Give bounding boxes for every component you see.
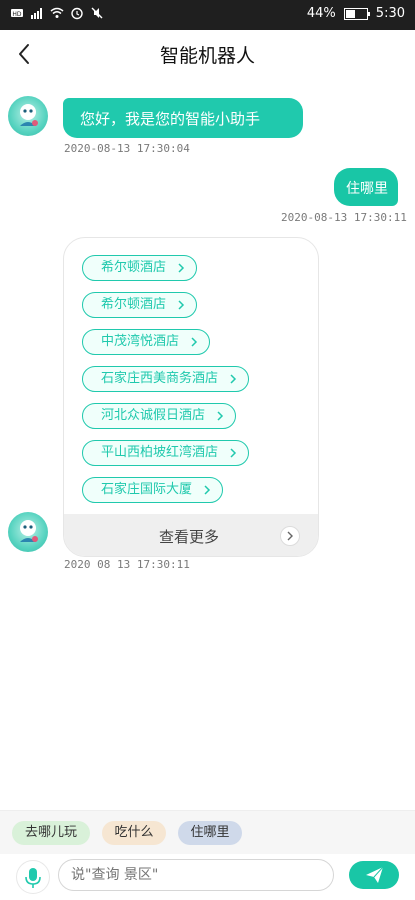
chevron-right-icon <box>230 374 237 384</box>
chevron-right-icon <box>204 485 211 495</box>
hotel-chip-label: 希尔顿酒店 <box>101 297 167 312</box>
chevron-right-icon <box>191 337 198 347</box>
chevron-right-icon <box>287 531 293 541</box>
input-bar <box>0 854 415 900</box>
greeting-bubble: 您好，我是您的智能小助手 <box>63 98 303 138</box>
user-message-timestamp: 2020-08-13 17:30:11 <box>281 211 407 224</box>
user-message-text: 住哪里 <box>346 181 388 197</box>
quick-reply-bar: 去哪儿玩 吃什么 住哪里 <box>0 810 415 855</box>
svg-text:HD: HD <box>12 11 22 18</box>
hotel-chip[interactable]: 中茂湾悦酒店 <box>82 329 211 355</box>
status-bar: HD 44% 5:30 <box>0 0 415 30</box>
hotel-chip[interactable]: 希尔顿酒店 <box>82 255 198 281</box>
bot-avatar <box>8 512 48 552</box>
battery-icon <box>343 7 370 20</box>
hotel-chip[interactable]: 石家庄西美商务酒店 <box>82 366 250 392</box>
bot-avatar <box>8 96 48 136</box>
message-input[interactable] <box>58 859 334 891</box>
results-timestamp: 2020 08 13 17:30:11 <box>64 558 190 571</box>
quick-reply-eat[interactable]: 吃什么 <box>102 821 166 845</box>
send-button[interactable] <box>349 861 399 889</box>
quick-reply-stay[interactable]: 住哪里 <box>178 821 242 845</box>
title-bar: 智能机器人 <box>0 30 415 78</box>
wifi-icon <box>50 7 64 18</box>
voice-button[interactable] <box>16 860 50 894</box>
hotel-chip[interactable]: 石家庄国际大厦 <box>82 477 224 503</box>
view-more-label: 查看更多 <box>159 528 220 546</box>
hotel-chip-label: 希尔顿酒店 <box>101 260 167 275</box>
clock: 5:30 <box>375 6 405 21</box>
hotel-chip[interactable]: 平山西柏坡红湾酒店 <box>82 440 250 466</box>
hotel-results-card: 希尔顿酒店 希尔顿酒店 中茂湾悦酒店 石家庄西美商务酒店 河北众诚假日酒店 平山… <box>63 237 319 557</box>
signal-icon <box>31 8 42 19</box>
chevron-right-icon <box>230 448 237 458</box>
greeting-timestamp: 2020-08-13 17:30:04 <box>64 142 190 155</box>
hd-icon: HD <box>11 9 23 18</box>
user-message-bubble: 住哪里 <box>334 168 398 206</box>
chevron-right-icon <box>217 411 224 421</box>
more-arrow-button[interactable] <box>280 526 300 546</box>
hotel-chip-label: 平山西柏坡红湾酒店 <box>101 445 219 460</box>
chevron-right-icon <box>178 300 185 310</box>
hotel-chip-label: 中茂湾悦酒店 <box>101 334 180 349</box>
view-more-button[interactable]: 查看更多 <box>64 514 318 556</box>
hotel-chip[interactable]: 河北众诚假日酒店 <box>82 403 237 429</box>
mute-icon <box>91 7 103 19</box>
chevron-right-icon <box>178 263 185 273</box>
hotel-chip-label: 石家庄西美商务酒店 <box>101 371 219 386</box>
alarm-icon <box>71 7 83 20</box>
hotel-chip-label: 石家庄国际大厦 <box>101 482 193 497</box>
battery-percent: 44% <box>306 6 336 21</box>
hotel-chip-label: 河北众诚假日酒店 <box>101 408 206 423</box>
paper-plane-icon <box>366 866 384 883</box>
quick-reply-play[interactable]: 去哪儿玩 <box>12 821 90 845</box>
greeting-text: 您好，我是您的智能小助手 <box>80 110 261 128</box>
page-title: 智能机器人 <box>159 45 255 67</box>
robot-mascot-icon <box>20 104 38 126</box>
hotel-chip[interactable]: 希尔顿酒店 <box>82 292 198 318</box>
status-icons-right: 44% 5:30 <box>307 6 405 21</box>
robot-mascot-icon <box>20 520 38 542</box>
microphone-icon <box>25 868 41 888</box>
status-icons-left: HD <box>10 6 104 20</box>
